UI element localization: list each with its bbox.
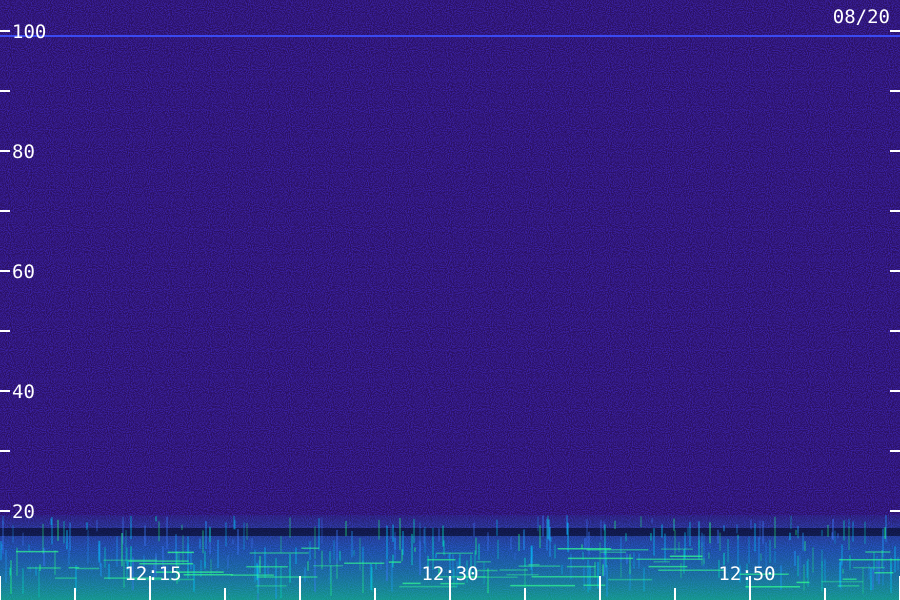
low-frequency-dark-strip — [0, 528, 900, 536]
y-tick-label-20: 20 — [12, 501, 35, 523]
x-tick-label-1230: 12:30 — [421, 563, 478, 585]
y-tick-label-100: 100 — [12, 21, 46, 43]
date-label: 08/20 — [833, 6, 890, 28]
y-tick-label-80: 80 — [12, 141, 35, 163]
spectrogram-chart: 100 80 60 40 20 12:15 12:30 12:50 08/20 — [0, 0, 900, 600]
x-tick-label-1250: 12:50 — [718, 563, 775, 585]
y-tick-label-60: 60 — [12, 261, 35, 283]
y-tick-label-40: 40 — [12, 381, 35, 403]
x-tick-label-1215: 12:15 — [124, 563, 181, 585]
